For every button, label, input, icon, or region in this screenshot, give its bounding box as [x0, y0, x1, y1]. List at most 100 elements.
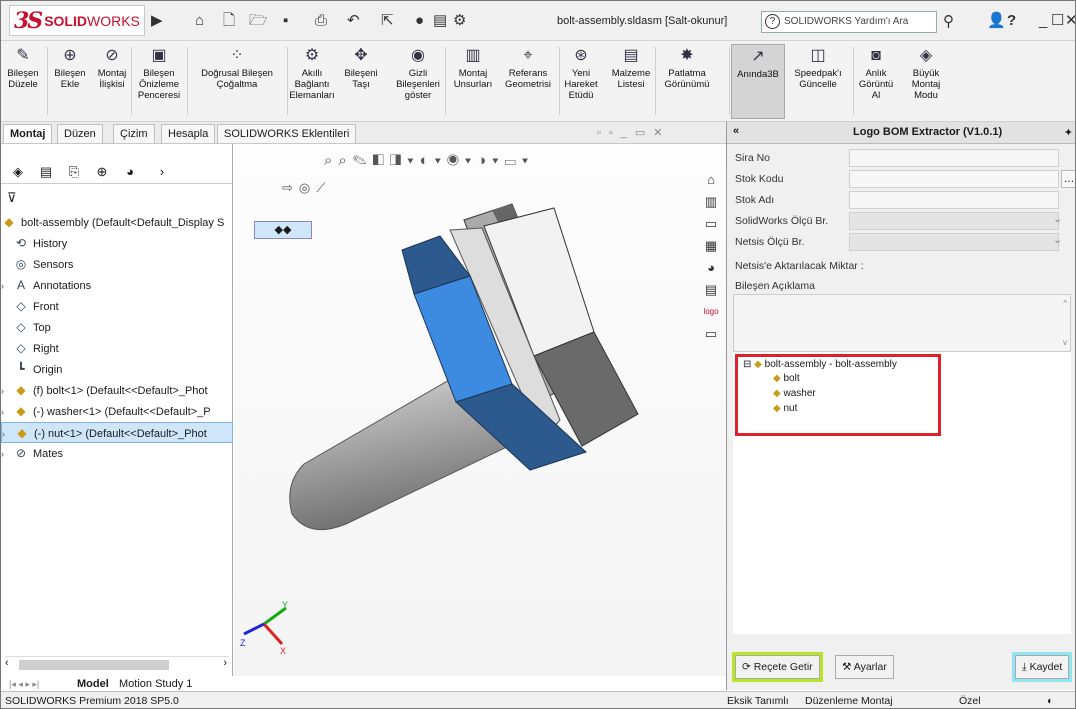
ribbon-button-10[interactable]: ⌖ Referans Geometrisi: [501, 44, 555, 119]
tree-item-nutdefaultdefaul[interactable]: › ◆ (-) nut<1> (Default<<Default>_Phot: [1, 422, 233, 443]
dimxpert-icon[interactable]: ⊕: [91, 162, 113, 182]
ribbon-button-8[interactable]: ◉ Gizli Bileşenleri göster: [393, 44, 443, 119]
status-options-icon[interactable]: ◐: [1047, 692, 1053, 708]
unit-dropdown[interactable]: [849, 233, 1059, 251]
get-recipe-button[interactable]: ⟳ Reçete Getir: [732, 652, 823, 682]
expand-arrow-icon[interactable]: ›: [2, 424, 14, 442]
close-icon[interactable]: ✕: [1065, 13, 1075, 29]
property-manager-icon[interactable]: ▤: [35, 162, 57, 182]
ribbon-button-14[interactable]: ↗ Anında3B: [731, 44, 785, 119]
save-icon[interactable]: ▪: [283, 13, 288, 29]
tab-cizim[interactable]: Çizim: [113, 124, 155, 143]
maximize-icon[interactable]: ☐: [1051, 13, 1064, 29]
select-icon[interactable]: ⇱: [381, 13, 394, 29]
home-icon[interactable]: ⌂: [195, 13, 204, 29]
ribbon-button-2[interactable]: ⊕ Bileşen Ekle: [49, 44, 91, 119]
open-document-icon[interactable]: 🗁: [249, 13, 268, 29]
feature-manager-icon[interactable]: ◈: [7, 162, 29, 182]
save-button[interactable]: ⤓ Kaydet: [1011, 652, 1073, 682]
forum-icon[interactable]: ▭: [700, 323, 722, 345]
ribbon-button-7[interactable]: ✥ Bileşeni Taşı: [337, 44, 385, 119]
bom-tree[interactable]: ⊟ ◆ bolt-assembly - bolt-assembly ◆ bolt…: [733, 352, 1071, 634]
tree-root[interactable]: ◆ bolt-assembly (Default<Default_Display …: [1, 212, 233, 233]
units-selector[interactable]: Özel: [959, 692, 981, 708]
ribbon-button-11[interactable]: ⊛ Yeni Hareket Etüdü: [561, 44, 601, 119]
user-icon[interactable]: 👤: [987, 13, 1006, 29]
ribbon-button-1[interactable]: ✎ Bileşen Düzele: [1, 44, 45, 119]
print-icon[interactable]: ⎙: [315, 13, 327, 29]
horizontal-scrollbar[interactable]: ‹ ›: [5, 656, 229, 672]
tree-item-annotations[interactable]: › A Annotations: [1, 275, 233, 296]
window-controls-icon[interactable]: ▫▫_▭✕: [597, 126, 671, 139]
bom-root-row[interactable]: ⊟ ◆ bolt-assembly - bolt-assembly: [743, 358, 897, 372]
bom-item[interactable]: ◆ bolt: [773, 372, 800, 386]
ribbon-button-4[interactable]: ▣ Bileşen Önizleme Penceresi: [133, 44, 185, 119]
tree-item-front[interactable]: ◇ Front: [1, 296, 233, 317]
resources-icon[interactable]: ⌂: [700, 169, 722, 191]
ribbon-button-12[interactable]: ▤ Malzeme Listesi: [609, 44, 653, 119]
solidworks-logo[interactable]: 3S SOLIDWORKS: [9, 5, 145, 36]
display-manager-icon[interactable]: ◕: [119, 162, 141, 182]
more-tabs-icon[interactable]: ›: [151, 162, 173, 182]
ribbon-button-16[interactable]: ◙ Anlık Görüntü Al: [857, 44, 895, 119]
tab-hesapla[interactable]: Hesapla: [161, 124, 216, 143]
field-input[interactable]: [849, 191, 1059, 209]
expand-arrow-icon[interactable]: ›: [1, 402, 13, 422]
expand-arrow-icon[interactable]: ›: [1, 444, 13, 464]
collapse-panel-icon[interactable]: «: [733, 125, 739, 137]
browse-button[interactable]: …: [1061, 170, 1075, 188]
unit-dropdown[interactable]: [849, 212, 1059, 230]
ribbon-button-3[interactable]: ⊘ Montaj İlişkisi: [93, 44, 131, 119]
tree-item-mates[interactable]: › ⊘ Mates: [1, 443, 233, 464]
tab-montaj[interactable]: Montaj: [3, 124, 53, 143]
config-manager-icon[interactable]: ⎘: [63, 162, 85, 182]
tab-model[interactable]: Model: [77, 677, 109, 691]
file-properties-icon[interactable]: ▤: [433, 13, 447, 29]
ribbon-button-5[interactable]: ⁘ Doğrusal Bileşen Çoğaltma: [191, 44, 283, 119]
help-menu-icon[interactable]: ?: [1007, 13, 1016, 29]
bolt-assembly-model[interactable]: Z X Y: [234, 144, 700, 676]
ribbon-button-9[interactable]: ▥ Montaj Unsurları: [449, 44, 497, 119]
expand-menu-icon[interactable]: ▶: [151, 13, 163, 29]
settings-button[interactable]: ⚒ Ayarlar: [835, 655, 894, 679]
description-textarea[interactable]: ^ v: [733, 294, 1071, 352]
new-document-icon[interactable]: 🗋: [223, 13, 235, 29]
ribbon-button-15[interactable]: ◫ Speedpak'ı Güncelle: [787, 44, 849, 119]
tree-item-sensors[interactable]: ◎ Sensors: [1, 254, 233, 275]
options-gear-icon[interactable]: ⚙: [453, 13, 466, 29]
graphics-area[interactable]: ⌕⌕✎◧◨▾◐▾◉▾◑▾▭▾ ⇨◎⟋ ◆◆ Z X Y ⌂ ▥ ▭ ▦ ◕ ▤ …: [234, 144, 726, 676]
tab-eklentiler[interactable]: SOLIDWORKS Eklentileri: [217, 124, 357, 143]
tab-duzen[interactable]: Düzen: [57, 124, 103, 143]
logo-addin-icon[interactable]: logo: [700, 301, 722, 323]
ribbon-button-17[interactable]: ◈ Büyük Montaj Modu: [905, 44, 947, 119]
tab-motion-study[interactable]: Motion Study 1: [119, 677, 192, 691]
view-palette-icon[interactable]: ▦: [700, 235, 722, 257]
bom-item[interactable]: ◆ washer: [773, 387, 816, 401]
tree-item-washerdefaultdef[interactable]: › ◆ (-) washer<1> (Default<<Default>_P: [1, 401, 233, 422]
custom-properties-icon[interactable]: ▤: [700, 279, 722, 301]
tab-nav-icon[interactable]: |◂ ◂ ▸ ▸|: [9, 677, 39, 691]
tree-item-origin[interactable]: ┗ Origin: [1, 359, 233, 380]
help-search-input[interactable]: ? SOLIDWORKS Yardım'ı Ara: [761, 11, 937, 33]
expand-arrow-icon[interactable]: ›: [1, 381, 13, 401]
search-icon[interactable]: ⚲: [943, 14, 954, 30]
expand-arrow-icon[interactable]: ›: [1, 276, 13, 296]
rebuild-icon[interactable]: ●: [415, 13, 424, 29]
filter-icon[interactable]: ⊽: [7, 190, 17, 206]
tree-item-right[interactable]: ◇ Right: [1, 338, 233, 359]
tree-item-history[interactable]: ⟲ History: [1, 233, 233, 254]
minimize-icon[interactable]: _: [1039, 13, 1047, 29]
pin-icon[interactable]: ✦: [1064, 126, 1073, 139]
scroll-thumb[interactable]: [19, 660, 169, 670]
field-input[interactable]: [849, 170, 1059, 188]
undo-icon[interactable]: ↶: [347, 13, 360, 29]
file-explorer-icon[interactable]: ▭: [700, 213, 722, 235]
ribbon-button-13[interactable]: ✸ Patlatma Görünümü: [657, 44, 717, 119]
field-input[interactable]: [849, 149, 1059, 167]
bom-item[interactable]: ◆ nut: [773, 402, 797, 416]
appearances-icon[interactable]: ◕: [700, 257, 722, 279]
ribbon-button-6[interactable]: ⚙ Akıllı Bağlantı Elemanları: [289, 44, 335, 119]
tree-item-fboltdefaultdefa[interactable]: › ◆ (f) bolt<1> (Default<<Default>_Phot: [1, 380, 233, 401]
tree-item-top[interactable]: ◇ Top: [1, 317, 233, 338]
design-library-icon[interactable]: ▥: [700, 191, 722, 213]
